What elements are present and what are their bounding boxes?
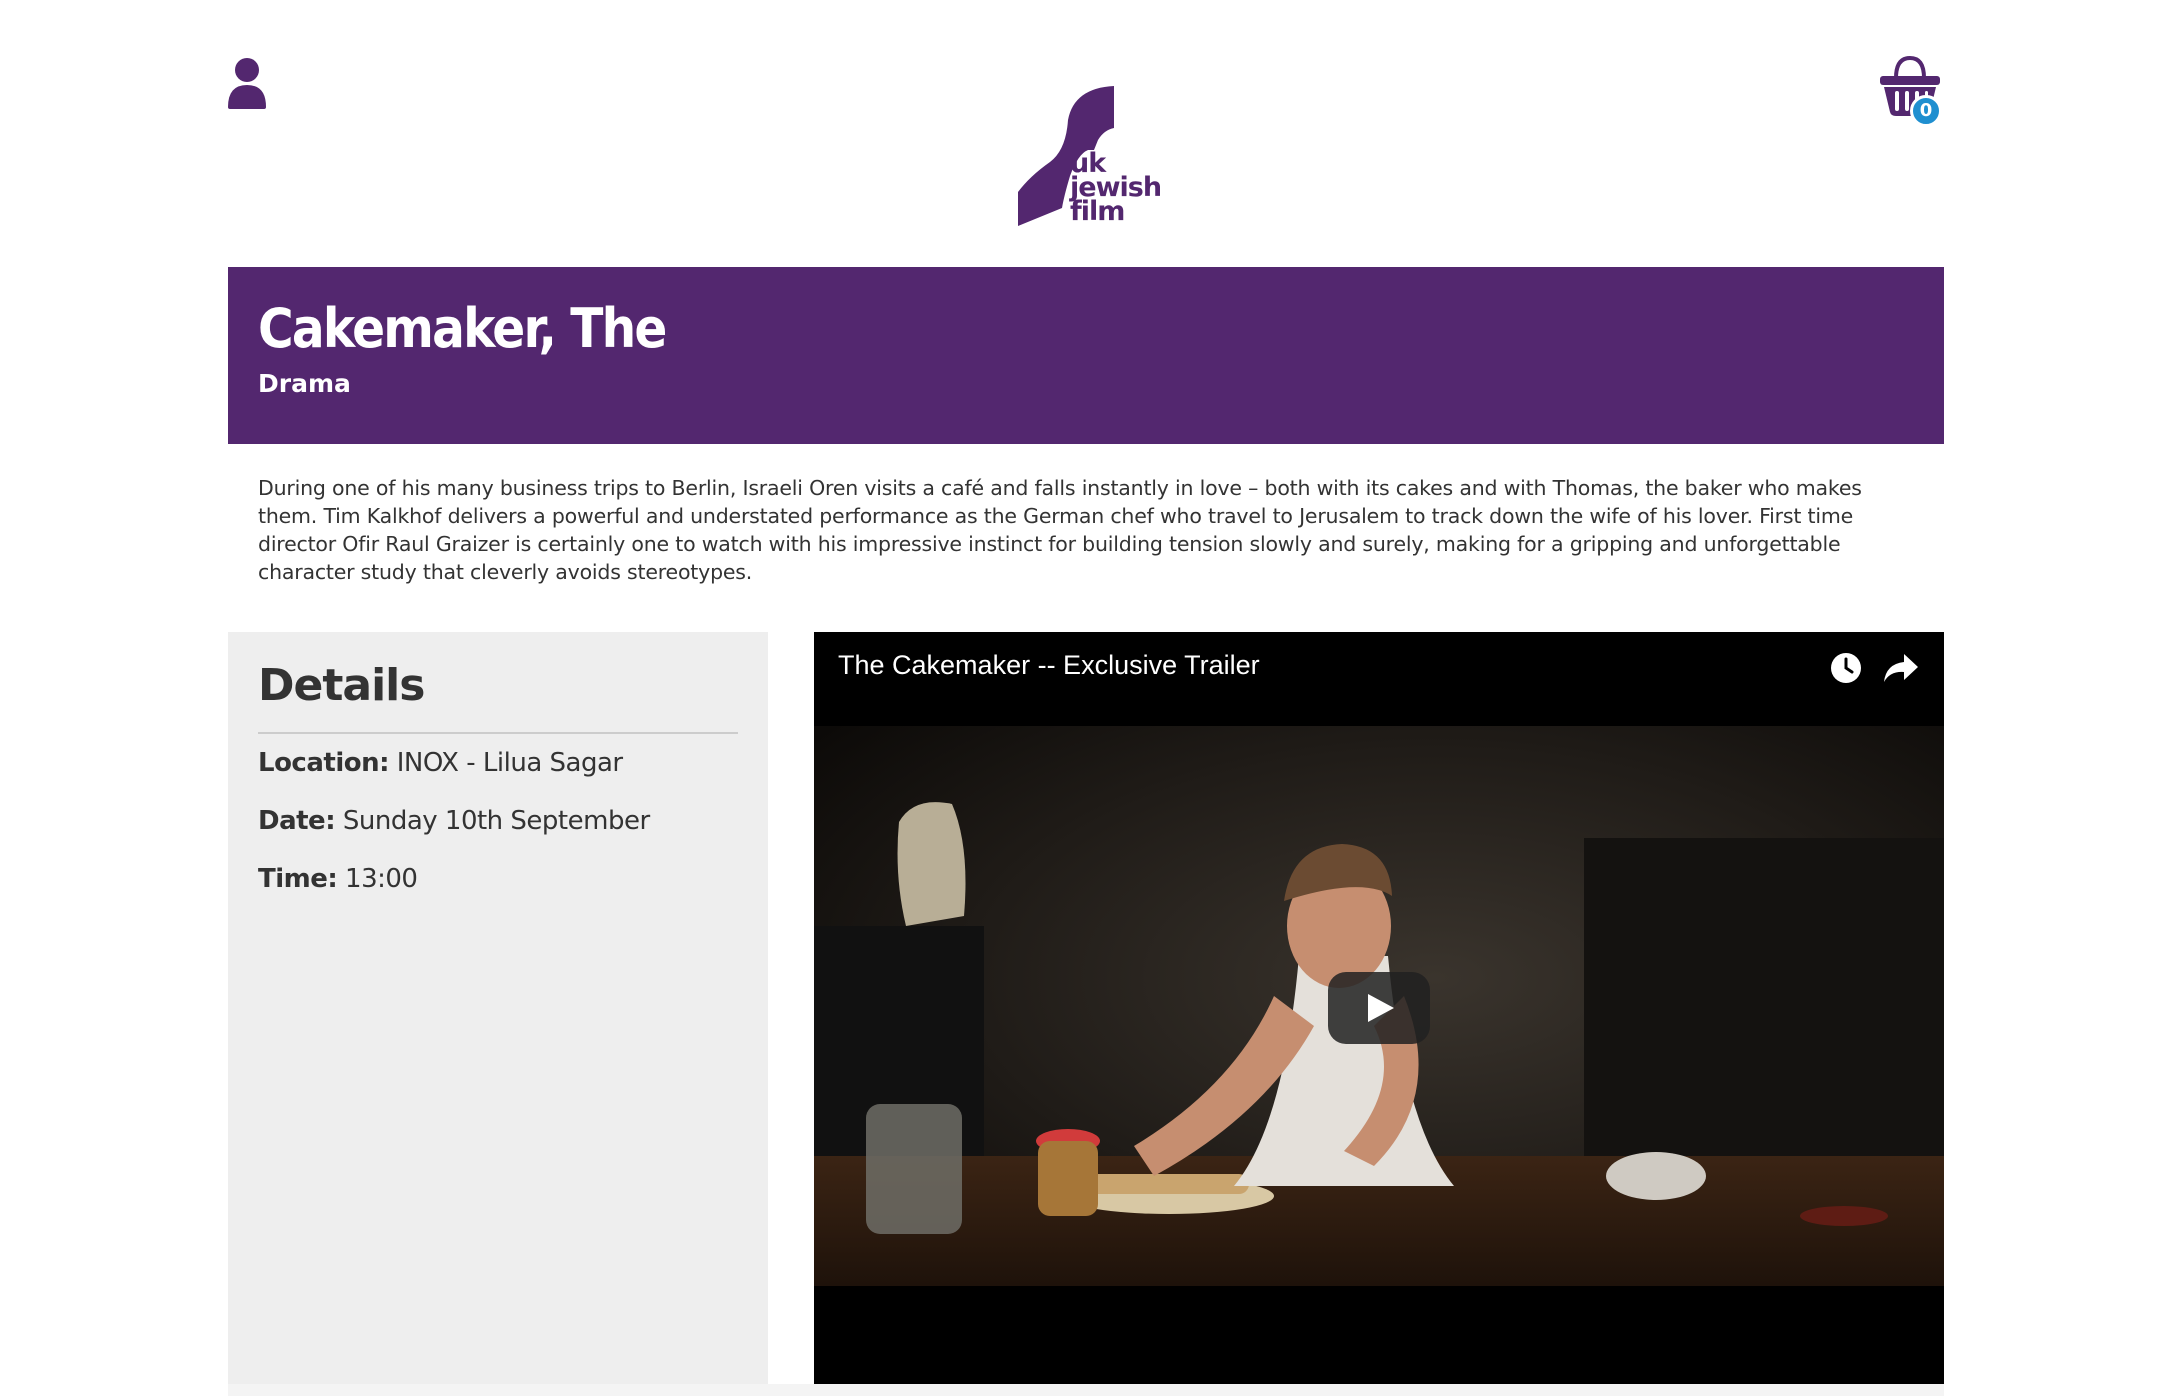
- details-heading: Details: [258, 660, 425, 711]
- details-panel: Details Location: INOX - Lilua Sagar Dat…: [228, 632, 768, 1384]
- play-icon[interactable]: [1328, 972, 1430, 1044]
- detail-location-value: INOX - Lilua Sagar: [396, 748, 623, 778]
- film-genre: Drama: [258, 369, 351, 398]
- footer-strip: [228, 1384, 1944, 1396]
- user-icon[interactable]: [226, 57, 268, 109]
- video-player[interactable]: The Cakemaker -- Exclusive Trailer: [814, 632, 1944, 1384]
- detail-time-label: Time:: [258, 864, 338, 894]
- details-divider: [258, 732, 738, 734]
- detail-location-label: Location:: [258, 748, 390, 778]
- film-header-banner: Cakemaker, The Drama: [228, 267, 1944, 444]
- detail-location: Location: INOX - Lilua Sagar: [258, 748, 623, 778]
- video-title[interactable]: The Cakemaker -- Exclusive Trailer: [838, 650, 1260, 681]
- logo-wordmark: uk jewish film: [1070, 148, 1162, 227]
- detail-time: Time: 13:00: [258, 864, 418, 894]
- detail-date: Date: Sunday 10th September: [258, 806, 650, 836]
- share-icon[interactable]: [1882, 650, 1920, 686]
- clock-icon[interactable]: [1828, 650, 1864, 686]
- film-description: During one of his many business trips to…: [258, 476, 1862, 584]
- detail-time-value: 13:00: [345, 864, 418, 894]
- basket-count-badge: 0: [1910, 95, 1942, 127]
- detail-date-value: Sunday 10th September: [342, 806, 650, 836]
- uk-jewish-film-logo[interactable]: uk jewish film: [1008, 84, 1168, 228]
- detail-date-label: Date:: [258, 806, 336, 836]
- film-title: Cakemaker, The: [258, 297, 667, 360]
